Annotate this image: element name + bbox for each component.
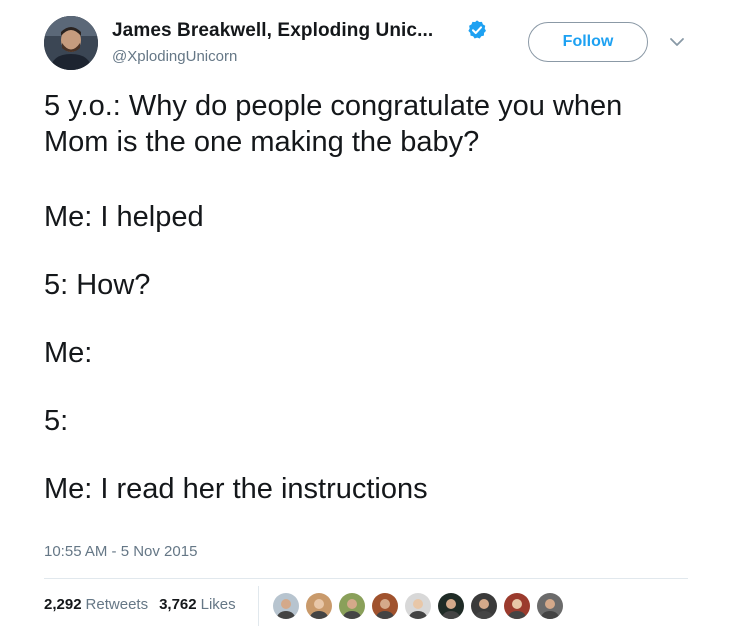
tweet-paragraph: Me: I helped bbox=[44, 201, 204, 233]
author-handle[interactable]: @XplodingUnicorn bbox=[112, 48, 237, 65]
avatar[interactable] bbox=[44, 16, 98, 70]
liker-avatar[interactable] bbox=[306, 593, 332, 619]
follow-button[interactable]: Follow bbox=[528, 22, 648, 62]
tweet-text: 5 y.o.: Why do people congratulate you w… bbox=[44, 88, 704, 539]
verified-badge-icon bbox=[468, 20, 486, 39]
liker-avatar[interactable] bbox=[405, 593, 431, 619]
tweet-paragraph: 5: How? bbox=[44, 269, 151, 301]
chevron-down-icon[interactable] bbox=[669, 36, 685, 48]
liker-avatar[interactable] bbox=[471, 593, 497, 619]
liker-avatar[interactable] bbox=[537, 593, 563, 619]
tweet-timestamp[interactable]: 10:55 AM - 5 Nov 2015 bbox=[44, 543, 197, 560]
retweets-stat[interactable]: 2,292 Retweets bbox=[44, 596, 148, 613]
liker-avatar[interactable] bbox=[504, 593, 530, 619]
liker-avatar[interactable] bbox=[372, 593, 398, 619]
tweet-stats: 2,292 Retweets 3,762 Likes bbox=[44, 596, 236, 613]
retweets-label: Retweets bbox=[85, 596, 149, 613]
stats-separator bbox=[258, 586, 259, 626]
likes-stat[interactable]: 3,762 Likes bbox=[159, 596, 236, 613]
tweet-paragraph: 5 y.o.: Why do people congratulate you w… bbox=[44, 90, 623, 158]
tweet-card: James Breakwell, Exploding Unic... @Xplo… bbox=[0, 0, 730, 632]
liker-avatar[interactable] bbox=[273, 593, 299, 619]
liker-avatar[interactable] bbox=[438, 593, 464, 619]
retweets-count: 2,292 bbox=[44, 596, 82, 613]
tweet-paragraph: 5: bbox=[44, 405, 69, 437]
author-display-name[interactable]: James Breakwell, Exploding Unic... bbox=[112, 20, 433, 42]
liker-avatars bbox=[273, 593, 570, 619]
divider bbox=[44, 578, 688, 579]
tweet-paragraph: Me: bbox=[44, 337, 93, 369]
likes-count: 3,762 bbox=[159, 596, 197, 613]
likes-label: Likes bbox=[200, 596, 236, 613]
tweet-paragraph: Me: I read her the instructions bbox=[44, 473, 428, 505]
liker-avatar[interactable] bbox=[339, 593, 365, 619]
